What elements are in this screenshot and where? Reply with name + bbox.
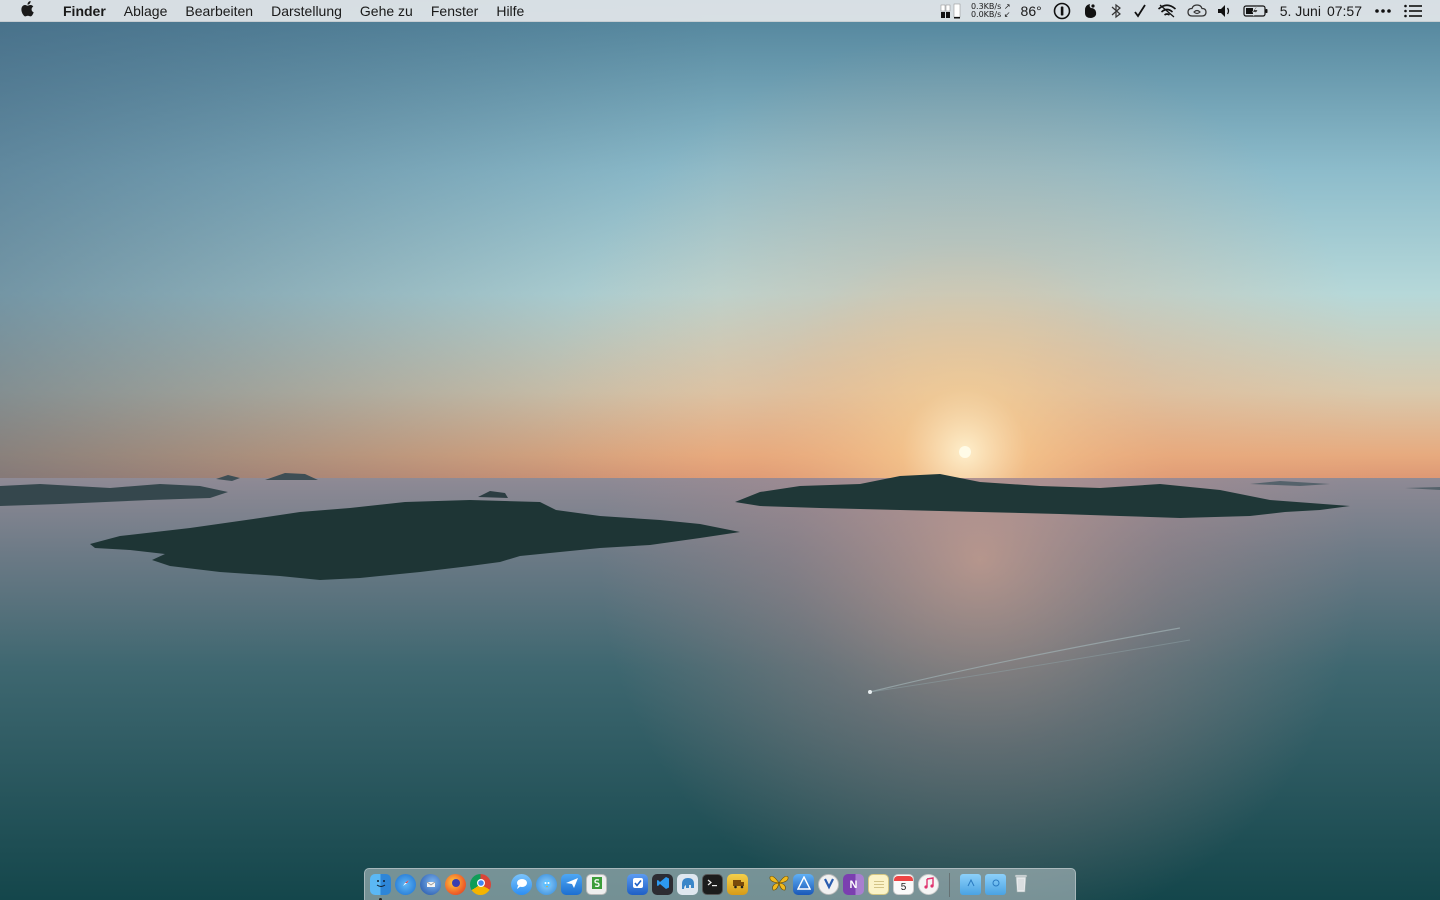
elephant-icon: [680, 876, 696, 893]
dock-terminal[interactable]: [702, 874, 723, 895]
checkmark-status-item[interactable]: [1128, 0, 1152, 22]
creative-cloud-icon: [1187, 3, 1207, 19]
thunderbird-icon: [424, 876, 438, 893]
checkmark-icon: [1133, 3, 1147, 19]
dock-separator: [949, 872, 950, 897]
apple-menu-button[interactable]: [20, 1, 34, 20]
dock-firefox[interactable]: [445, 874, 466, 895]
creative-cloud-status-item[interactable]: [1182, 0, 1212, 22]
vivaldi-icon: [822, 876, 836, 893]
chrome-icon: [476, 878, 486, 891]
dock-downloads-folder[interactable]: [985, 874, 1006, 895]
dock-safari[interactable]: [395, 874, 416, 895]
dock-transmit[interactable]: [727, 874, 748, 895]
dropzone-status-item[interactable]: [1076, 0, 1104, 22]
music-note-icon: [922, 876, 936, 893]
notification-center-button[interactable]: [1398, 0, 1428, 22]
onepassword-icon: [1053, 2, 1071, 20]
apple-logo-icon: [20, 1, 34, 20]
dock-trash[interactable]: [1010, 874, 1031, 895]
wifi-status-item[interactable]: [1152, 0, 1182, 22]
dock-things[interactable]: [627, 874, 648, 895]
scrivener-s-icon: [591, 876, 603, 893]
dock-airmail[interactable]: [561, 874, 582, 895]
menu-bar-status-area: 0.3KB/s ↗ 0.0KB/s ↙ 86° 5. Juni 07:57: [935, 0, 1440, 22]
memory-bars-icon: [940, 3, 962, 19]
finder-icon: [374, 876, 388, 893]
dock-thunderbird[interactable]: [420, 874, 441, 895]
dock-tweetbot[interactable]: [536, 874, 557, 895]
bartender-more-item[interactable]: [1368, 0, 1398, 22]
dock-messages[interactable]: [511, 874, 532, 895]
sun: [959, 446, 971, 458]
dock-vivaldi[interactable]: [818, 874, 839, 895]
notes-lines-icon: [872, 876, 886, 893]
menu-app-name[interactable]: Finder: [54, 0, 115, 22]
triangle-icon: [796, 875, 811, 893]
dock-onenote[interactable]: N: [843, 874, 864, 895]
dock-calendar[interactable]: 5: [893, 874, 914, 895]
menu-hilfe[interactable]: Hilfe: [487, 0, 533, 22]
bird-icon: [540, 876, 554, 893]
firefox-icon: [449, 876, 463, 893]
dock-itunes[interactable]: [918, 874, 939, 895]
clock-time[interactable]: 07:57: [1327, 3, 1368, 19]
folder-icon: [989, 877, 1003, 892]
volume-status-item[interactable]: [1212, 0, 1238, 22]
clock-date[interactable]: 5. Juni: [1274, 3, 1327, 19]
butterfly-icon: [769, 874, 789, 895]
speech-bubble-icon: [515, 876, 529, 893]
menu-bar-left: Finder Ablage Bearbeiten Darstellung Geh…: [0, 0, 533, 22]
bluetooth-status-item[interactable]: [1104, 0, 1128, 22]
truck-icon: [731, 876, 745, 893]
dock-affinity-designer[interactable]: [793, 874, 814, 895]
network-speed[interactable]: 0.3KB/s ↗ 0.0KB/s ↙: [967, 2, 1015, 19]
menu-fenster[interactable]: Fenster: [422, 0, 487, 22]
trash-icon: [1013, 873, 1029, 896]
menu-bearbeiten[interactable]: Bearbeiten: [176, 0, 262, 22]
desktop-wallpaper: [0, 0, 1440, 900]
menu-darstellung[interactable]: Darstellung: [262, 0, 351, 22]
compass-icon: [399, 876, 413, 893]
battery-charging-icon: [1243, 3, 1269, 19]
code-icon: [656, 876, 670, 893]
paper-plane-icon: [565, 876, 579, 893]
dock-tes[interactable]: [768, 874, 789, 895]
dock-chrome[interactable]: [470, 874, 491, 895]
terminal-icon: [706, 876, 720, 893]
volume-icon: [1217, 3, 1233, 19]
battery-status-item[interactable]: [1238, 0, 1274, 22]
dock-scrivener[interactable]: [586, 874, 607, 895]
dock: N 5: [364, 868, 1076, 900]
wifi-icon: [1157, 3, 1177, 19]
more-icon: [1373, 3, 1393, 19]
onepassword-status-item[interactable]: [1048, 0, 1076, 22]
bluetooth-icon: [1109, 3, 1123, 19]
menu-bar: Finder Ablage Bearbeiten Darstellung Geh…: [0, 0, 1440, 22]
onenote-letter: N: [849, 878, 858, 891]
notification-center-icon: [1403, 3, 1423, 19]
dock-finder[interactable]: [370, 874, 391, 900]
dock-visual-studio-code[interactable]: [652, 874, 673, 895]
calendar-day: 5: [900, 881, 907, 893]
checkbox-icon: [631, 876, 645, 893]
sunset-sea-image: [0, 0, 1440, 900]
dropzone-icon: [1081, 2, 1099, 20]
temperature[interactable]: 86°: [1015, 3, 1048, 19]
menu-gehe-zu[interactable]: Gehe zu: [351, 0, 422, 22]
boat: [868, 690, 872, 694]
folder-icon: [964, 877, 978, 892]
dock-applications-folder[interactable]: [960, 874, 981, 895]
network-down-speed: 0.0KB/s ↙: [970, 9, 1011, 19]
dock-notes[interactable]: [868, 874, 889, 895]
menu-ablage[interactable]: Ablage: [115, 0, 177, 22]
dock-sequel-pro[interactable]: [677, 874, 698, 895]
memory-status-item[interactable]: [935, 0, 967, 22]
